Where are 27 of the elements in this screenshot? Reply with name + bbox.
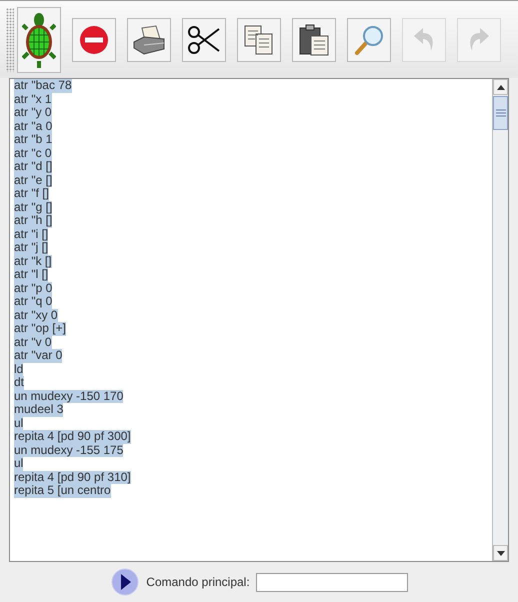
toolbar-grip[interactable] [6, 8, 14, 72]
turtle-button[interactable] [17, 6, 61, 72]
scroll-up-button[interactable] [493, 79, 508, 95]
turtle-icon [22, 12, 56, 68]
down-arrow-icon [496, 550, 504, 556]
scissors-icon [188, 26, 220, 54]
search-button[interactable] [347, 18, 391, 62]
stop-icon [80, 26, 108, 54]
stop-button[interactable] [72, 18, 116, 62]
run-button[interactable] [110, 567, 140, 597]
scrollbar[interactable] [492, 79, 508, 561]
up-arrow-icon [496, 84, 504, 90]
printer-icon [134, 24, 164, 54]
grip-lines-icon [496, 109, 506, 117]
scroll-down-button[interactable] [493, 545, 508, 561]
cut-button[interactable] [182, 18, 226, 62]
command-label: Comando principal: [146, 574, 250, 591]
search-icon [355, 26, 383, 54]
copy-button[interactable] [237, 18, 281, 62]
scroll-thumb[interactable] [493, 96, 508, 130]
copy-icon [244, 25, 272, 54]
command-input-field[interactable] [256, 572, 408, 592]
paste-icon [300, 24, 328, 55]
undo-icon [414, 28, 433, 50]
redo-icon [470, 28, 489, 50]
paste-button[interactable] [292, 18, 336, 62]
print-button[interactable] [127, 18, 171, 62]
